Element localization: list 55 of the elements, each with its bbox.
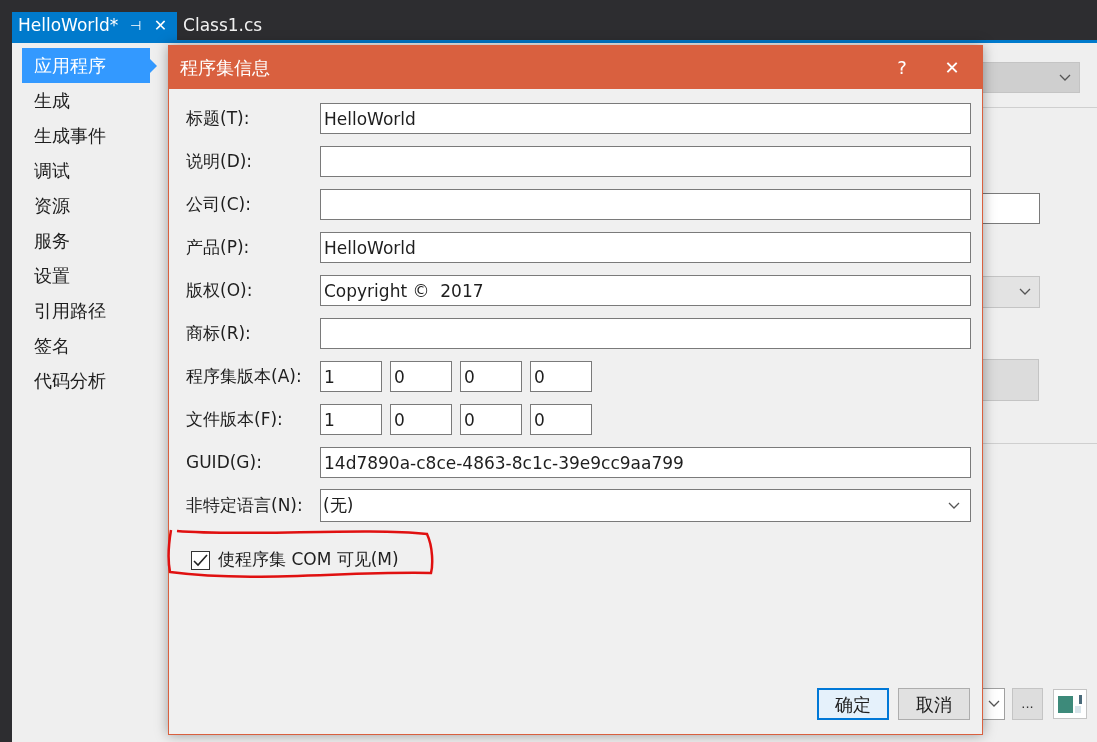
text-field[interactable]: 14d7890a-c8ce-4863-8c1c-39e9cc9aa799: [320, 447, 971, 478]
field-label: 文件版本(F):: [186, 407, 284, 431]
version-field[interactable]: 1: [320, 361, 382, 392]
icon-preview-button[interactable]: [1053, 689, 1087, 719]
field-label: 商标(R):: [186, 321, 252, 345]
field-label: 产品(P):: [186, 235, 251, 259]
version-field[interactable]: 0: [530, 361, 592, 392]
chevron-down-icon: [988, 700, 1000, 708]
field-label: 说明(D):: [186, 149, 254, 173]
version-field[interactable]: 1: [320, 404, 382, 435]
field-label: 程序集版本(A):: [186, 364, 303, 388]
version-field[interactable]: 0: [460, 361, 522, 392]
close-button[interactable]: ✕: [922, 46, 982, 89]
sidebar-item[interactable]: 引用路径: [22, 293, 150, 328]
version-field[interactable]: 0: [390, 361, 452, 392]
document-tab[interactable]: Class1.cs: [177, 12, 269, 40]
field-label: 版权(O):: [186, 278, 254, 302]
field-label: 标题(T):: [186, 106, 251, 130]
sidebar-item[interactable]: 代码分析: [22, 363, 150, 398]
check-icon: [193, 553, 208, 567]
chevron-down-icon: [1019, 288, 1031, 296]
sidebar-item[interactable]: 生成事件: [22, 118, 150, 153]
language-dropdown[interactable]: (无): [320, 489, 971, 522]
text-field[interactable]: [320, 146, 971, 177]
text-field[interactable]: Copyright © 2017: [320, 275, 971, 306]
version-field[interactable]: 0: [530, 404, 592, 435]
sidebar-item[interactable]: 服务: [22, 223, 150, 258]
chevron-down-icon: [1059, 73, 1071, 82]
field-label: 非特定语言(N):: [186, 493, 304, 517]
sidebar-item[interactable]: 调试: [22, 153, 150, 188]
sidebar-item[interactable]: 设置: [22, 258, 150, 293]
sidebar-item[interactable]: 生成: [22, 83, 150, 118]
dialog-title: 程序集信息: [180, 56, 271, 80]
text-field[interactable]: [320, 318, 971, 349]
sidebar-item[interactable]: 资源: [22, 188, 150, 223]
checkbox[interactable]: [191, 550, 210, 570]
field-label: 公司(C):: [186, 192, 252, 216]
checkbox-label[interactable]: 使程序集 COM 可见(M): [218, 547, 399, 573]
version-field[interactable]: 0: [390, 404, 452, 435]
document-tab[interactable]: HelloWorld* ⊣ ✕: [12, 12, 178, 40]
sidebar-item[interactable]: 签名: [22, 328, 150, 363]
help-button[interactable]: ?: [882, 46, 922, 89]
chevron-down-icon: [948, 501, 960, 510]
icon-preview-icon: [1056, 693, 1084, 715]
field-label: GUID(G):: [186, 450, 263, 474]
dialog-button[interactable]: 取消: [898, 688, 970, 720]
text-field[interactable]: HelloWorld: [320, 103, 971, 134]
browse-button[interactable]: ...: [1012, 688, 1043, 720]
close-icon[interactable]: ✕: [153, 14, 168, 38]
text-field[interactable]: [320, 189, 971, 220]
text-field[interactable]: HelloWorld: [320, 232, 971, 263]
pin-icon[interactable]: ⊣: [130, 16, 142, 36]
dialog-button[interactable]: 确定: [817, 688, 889, 720]
selection-arrow-icon: [150, 58, 157, 73]
version-field[interactable]: 0: [460, 404, 522, 435]
